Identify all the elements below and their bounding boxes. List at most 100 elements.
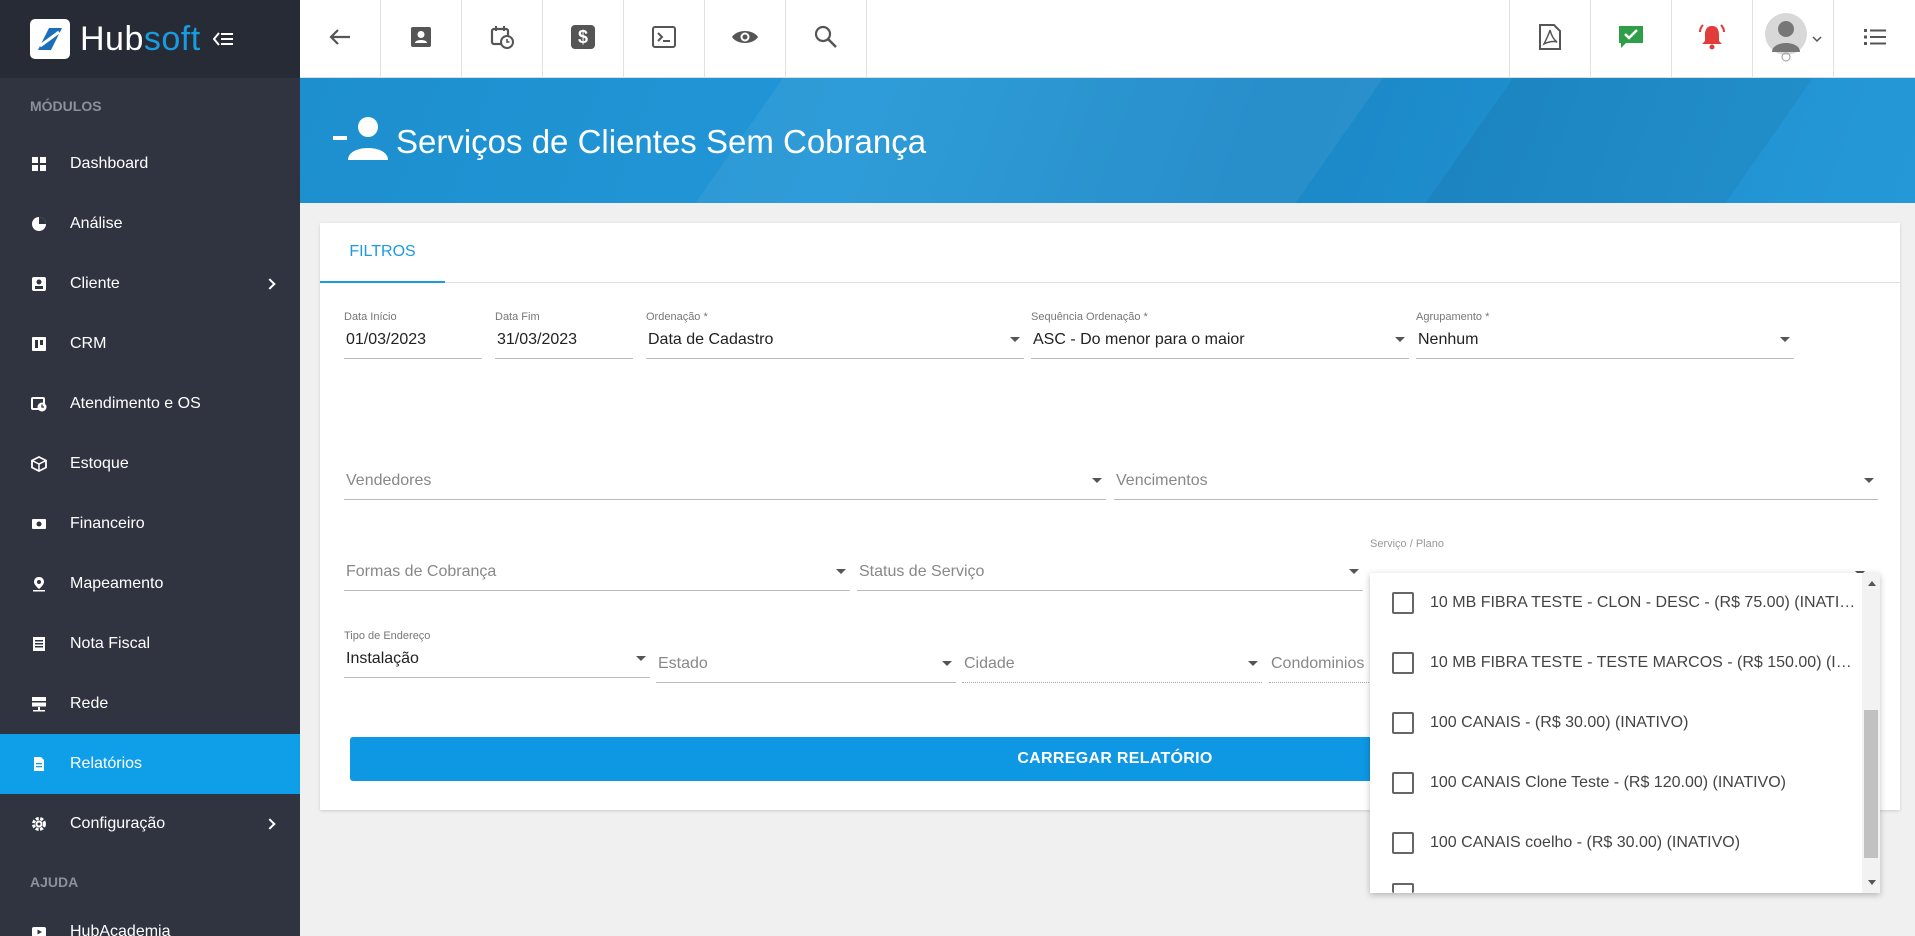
data-fim-input[interactable]: 31/03/2023 <box>495 331 633 359</box>
bell-alert-icon <box>1697 23 1727 55</box>
list-item[interactable]: 100 CANAIS coelho - (R$ 30.00) (INATIVO) <box>1370 813 1860 873</box>
sequencia-ordenacao-select[interactable]: Sequência Ordenação * ASC - Do menor par… <box>1031 311 1409 359</box>
back-button[interactable] <box>300 0 381 78</box>
scroll-up-icon[interactable] <box>1868 581 1876 586</box>
checkbox[interactable] <box>1392 712 1414 734</box>
schedule-button[interactable] <box>462 0 543 78</box>
list-item-label: 100 CANAIS coelho - (R$ 30.00) (INATIVO) <box>1430 834 1741 851</box>
sidebar-item-analise[interactable]: Análise <box>0 194 300 254</box>
sidebar-item-estoque[interactable]: Estoque <box>0 434 300 494</box>
sidebar-item-configuracao[interactable]: Configuração <box>0 794 300 854</box>
sidebar-item-label: HubAcademia <box>70 923 171 936</box>
collapse-menu-icon[interactable] <box>212 26 233 52</box>
checkbox[interactable] <box>1392 652 1414 674</box>
sidebar-item-cliente[interactable]: Cliente <box>0 254 300 314</box>
messages-button[interactable] <box>1591 0 1672 78</box>
status-servico-select[interactable]: Status de Serviço <box>857 563 1363 591</box>
clients-button[interactable] <box>381 0 462 78</box>
view-button[interactable] <box>705 0 786 78</box>
notifications-button[interactable] <box>1672 0 1753 78</box>
user-menu-button[interactable] <box>1753 0 1834 78</box>
sidebar-item-label: Cliente <box>70 275 120 292</box>
tipo-endereco-value-box: Instalação <box>344 650 650 678</box>
sidebar-item-relatorios[interactable]: Relatórios <box>0 734 300 794</box>
checkbox[interactable] <box>1392 772 1414 794</box>
sidebar-item-nota-fiscal[interactable]: Nota Fiscal <box>0 614 300 674</box>
data-inicio-field[interactable]: Data Início 01/03/2023 <box>344 311 482 359</box>
chevron-down-icon <box>1812 30 1822 48</box>
tab-filtros[interactable]: FILTROS <box>320 223 445 283</box>
box-icon <box>30 455 48 473</box>
dropdown-arrow-icon <box>1864 478 1874 483</box>
logo-bar: Hubsoft <box>0 0 300 78</box>
agrupamento-label: Agrupamento * <box>1416 311 1490 323</box>
sidebar-item-hubacademia[interactable]: HubAcademia <box>0 910 300 936</box>
list-item-label: 10 MB FIBRA TESTE - CLON - DESC - (R$ 75… <box>1430 594 1860 611</box>
calendar-clock-icon <box>490 25 514 54</box>
dropdown-scrollbar[interactable] <box>1862 573 1880 893</box>
dropdown-arrow-icon <box>1395 337 1405 342</box>
sidebar: Hubsoft MÓDULOS Dashboard Análise Client… <box>0 0 300 936</box>
vendedores-placeholder: Vendedores <box>346 472 432 489</box>
scroll-down-icon[interactable] <box>1868 880 1876 885</box>
cidade-select[interactable]: Cidade <box>962 655 1262 683</box>
sidebar-item-atendimento[interactable]: Atendimento e OS <box>0 374 300 434</box>
terminal-button[interactable] <box>624 0 705 78</box>
brand-name[interactable]: Hubsoft <box>80 20 201 59</box>
avatar <box>1764 12 1810 67</box>
estado-select[interactable]: Estado <box>656 655 956 683</box>
list-item-label: 10 MB FIBRA TESTE - TESTE MARCOS - (R$ 1… <box>1430 654 1860 671</box>
sidebar-item-rede[interactable]: Rede <box>0 674 300 734</box>
list-item-partial[interactable] <box>1370 873 1860 893</box>
data-inicio-input[interactable]: 01/03/2023 <box>344 331 482 359</box>
search-button[interactable] <box>786 0 867 78</box>
page-title: Serviços de Clientes Sem Cobrança <box>332 116 926 168</box>
servico-plano-dropdown[interactable]: 10 MB FIBRA TESTE - CLON - DESC - (R$ 75… <box>1370 573 1880 893</box>
sidebar-item-dashboard[interactable]: Dashboard <box>0 134 300 194</box>
pdf-button[interactable] <box>1510 0 1591 78</box>
sidebar-item-financeiro[interactable]: Financeiro <box>0 494 300 554</box>
sidebar-item-label: Nota Fiscal <box>70 635 151 652</box>
checkbox[interactable] <box>1392 832 1414 854</box>
scrollbar-thumb[interactable] <box>1864 710 1878 858</box>
sidebar-item-label: CRM <box>70 335 107 352</box>
list-item[interactable]: 10 MB FIBRA TESTE - TESTE MARCOS - (R$ 1… <box>1370 633 1860 693</box>
list-item[interactable]: 100 CANAIS - (R$ 30.00) (INATIVO) <box>1370 693 1860 753</box>
agrupamento-select[interactable]: Agrupamento * Nenhum <box>1416 311 1794 359</box>
data-fim-field[interactable]: Data Fim 31/03/2023 <box>495 311 633 359</box>
vencimentos-select[interactable]: Vencimentos <box>1114 472 1878 500</box>
tipo-endereco-select[interactable]: Tipo de Endereço Instalação <box>344 630 650 678</box>
ordenacao-select[interactable]: Ordenação * Data de Cadastro <box>646 311 1024 359</box>
section-help: AJUDA <box>30 874 79 890</box>
sidebar-item-label: Relatórios <box>70 755 143 772</box>
list-icon <box>1863 27 1887 52</box>
formas-cobranca-box: Formas de Cobrança <box>344 563 850 591</box>
sequencia-value-box: ASC - Do menor para o maior <box>1031 331 1409 359</box>
page-header: Serviços de Clientes Sem Cobrança <box>300 78 1915 203</box>
cidade-box: Cidade <box>962 655 1262 683</box>
report-icon <box>30 755 48 773</box>
formas-cobranca-select[interactable]: Formas de Cobrança <box>344 563 850 591</box>
vendedores-select[interactable]: Vendedores <box>344 472 1106 500</box>
checkbox[interactable] <box>1392 592 1414 614</box>
status-servico-box: Status de Serviço <box>857 563 1363 591</box>
server-icon <box>30 695 48 713</box>
list-item[interactable]: 10 MB FIBRA TESTE - CLON - DESC - (R$ 75… <box>1370 573 1860 633</box>
list-item[interactable]: 100 CANAIS Clone Teste - (R$ 120.00) (IN… <box>1370 753 1860 813</box>
servico-plano-label: Serviço / Plano <box>1370 538 1444 550</box>
receipt-icon <box>30 635 48 653</box>
list-menu-button[interactable] <box>1834 0 1915 78</box>
vencimentos-box: Vencimentos <box>1114 472 1878 500</box>
sidebar-item-crm[interactable]: CRM <box>0 314 300 374</box>
gear-icon <box>30 815 48 833</box>
map-pin-icon <box>30 575 48 593</box>
finance-button[interactable]: $ <box>543 0 624 78</box>
ordenacao-value: Data de Cadastro <box>648 331 774 348</box>
tipo-endereco-label: Tipo de Endereço <box>344 630 431 642</box>
sequencia-label: Sequência Ordenação * <box>1031 311 1148 323</box>
sidebar-item-mapeamento[interactable]: Mapeamento <box>0 554 300 614</box>
ordenacao-label: Ordenação * <box>646 311 708 323</box>
dropdown-arrow-icon <box>636 656 646 661</box>
dashboard-icon <box>30 155 48 173</box>
checkbox[interactable] <box>1392 883 1414 893</box>
